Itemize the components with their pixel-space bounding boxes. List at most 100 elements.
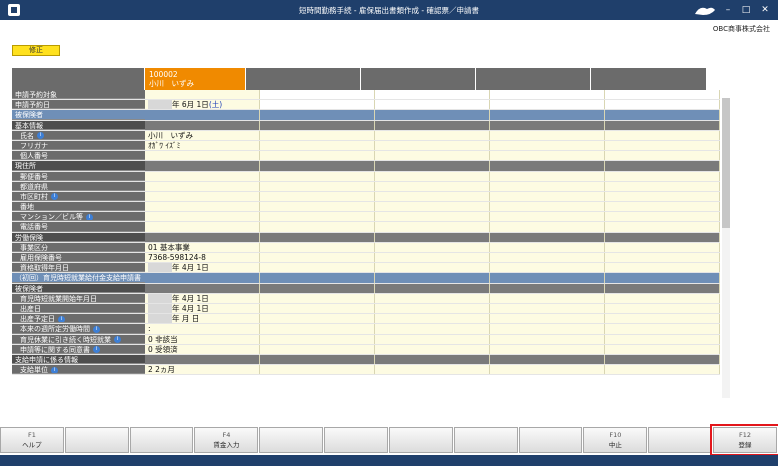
- fkey-f4-button[interactable]: F4 賃金入力: [194, 427, 259, 453]
- value-cell[interactable]: [145, 171, 260, 181]
- empty-cell[interactable]: [375, 324, 490, 334]
- empty-cell[interactable]: [260, 110, 375, 120]
- empty-cell[interactable]: [260, 314, 375, 324]
- empty-cell[interactable]: [605, 293, 720, 303]
- empty-cell[interactable]: [375, 263, 490, 273]
- empty-cell[interactable]: [490, 181, 605, 191]
- value-cell[interactable]: 7368-598124-8: [145, 253, 260, 263]
- fkey-empty-button[interactable]: [453, 427, 518, 453]
- value-cell[interactable]: [145, 202, 260, 212]
- empty-cell[interactable]: [375, 90, 490, 100]
- value-cell[interactable]: 年 6月 1日(土): [145, 100, 260, 110]
- empty-cell[interactable]: [605, 232, 720, 242]
- year-input-shade[interactable]: [148, 100, 172, 110]
- value-cell[interactable]: [145, 110, 260, 120]
- empty-cell[interactable]: [490, 202, 605, 212]
- info-icon[interactable]: i: [51, 366, 58, 374]
- empty-cell[interactable]: [375, 303, 490, 314]
- empty-cell[interactable]: [375, 314, 490, 324]
- empty-cell[interactable]: [375, 100, 490, 110]
- empty-cell[interactable]: [605, 181, 720, 191]
- empty-cell[interactable]: [490, 171, 605, 181]
- empty-cell[interactable]: [490, 222, 605, 232]
- info-icon[interactable]: i: [58, 315, 65, 323]
- empty-cell[interactable]: [260, 100, 375, 110]
- empty-cell[interactable]: [260, 130, 375, 140]
- value-cell[interactable]: [145, 120, 260, 130]
- value-cell[interactable]: [145, 191, 260, 202]
- value-cell[interactable]: [145, 181, 260, 191]
- fkey-f10-button[interactable]: F10 中止: [583, 427, 648, 453]
- empty-cell[interactable]: [375, 253, 490, 263]
- empty-cell[interactable]: [260, 171, 375, 181]
- empty-cell[interactable]: [375, 222, 490, 232]
- employee-column-header[interactable]: 100002 小川 いずみ: [145, 68, 246, 90]
- year-input-shade[interactable]: [148, 293, 172, 303]
- empty-cell[interactable]: [375, 283, 490, 293]
- fkey-empty-button[interactable]: [324, 427, 388, 453]
- value-cell[interactable]: [145, 151, 260, 161]
- empty-cell[interactable]: [490, 140, 605, 151]
- fkey-empty-button[interactable]: [388, 427, 453, 453]
- info-icon[interactable]: i: [37, 132, 44, 139]
- empty-cell[interactable]: [375, 293, 490, 303]
- year-input-shade[interactable]: [148, 263, 172, 273]
- fkey-empty-button[interactable]: [259, 427, 324, 453]
- empty-cell[interactable]: [605, 303, 720, 314]
- empty-cell[interactable]: [260, 273, 375, 283]
- empty-cell[interactable]: [490, 303, 605, 314]
- empty-cell[interactable]: [605, 242, 720, 252]
- empty-cell[interactable]: [375, 120, 490, 130]
- empty-cell[interactable]: [375, 365, 490, 375]
- empty-cell[interactable]: [260, 140, 375, 151]
- value-cell[interactable]: [145, 222, 260, 232]
- empty-cell[interactable]: [605, 283, 720, 293]
- empty-cell[interactable]: [260, 191, 375, 202]
- empty-cell[interactable]: [490, 110, 605, 120]
- empty-cell[interactable]: [260, 293, 375, 303]
- empty-cell[interactable]: [260, 354, 375, 365]
- value-cell[interactable]: [145, 283, 260, 293]
- value-cell[interactable]: 小川 いずみ: [145, 130, 260, 140]
- empty-cell[interactable]: [605, 263, 720, 273]
- empty-cell[interactable]: [260, 242, 375, 252]
- value-cell[interactable]: 年 4月 1日: [145, 303, 260, 314]
- empty-cell[interactable]: [260, 222, 375, 232]
- employee-column-empty[interactable]: [361, 68, 476, 90]
- empty-cell[interactable]: [375, 191, 490, 202]
- empty-cell[interactable]: [490, 151, 605, 161]
- empty-cell[interactable]: [260, 263, 375, 273]
- fkey-empty-button[interactable]: [518, 427, 583, 453]
- value-cell[interactable]: 2 2ヵ月: [145, 365, 260, 375]
- empty-cell[interactable]: [490, 334, 605, 344]
- empty-cell[interactable]: [605, 171, 720, 181]
- fkey-empty-button[interactable]: [648, 427, 713, 453]
- empty-cell[interactable]: [260, 181, 375, 191]
- info-icon[interactable]: i: [93, 346, 100, 353]
- empty-cell[interactable]: [605, 191, 720, 202]
- empty-cell[interactable]: [605, 273, 720, 283]
- empty-cell[interactable]: [260, 232, 375, 242]
- empty-cell[interactable]: [490, 90, 605, 100]
- empty-cell[interactable]: [605, 253, 720, 263]
- employee-column-empty[interactable]: [246, 68, 361, 90]
- empty-cell[interactable]: [490, 273, 605, 283]
- empty-cell[interactable]: [490, 161, 605, 171]
- fkey-f12-button[interactable]: F12 登録: [710, 424, 778, 456]
- empty-cell[interactable]: [260, 283, 375, 293]
- empty-cell[interactable]: [605, 344, 720, 354]
- empty-cell[interactable]: [490, 212, 605, 222]
- empty-cell[interactable]: [375, 344, 490, 354]
- info-icon[interactable]: i: [51, 193, 58, 201]
- empty-cell[interactable]: [375, 354, 490, 365]
- empty-cell[interactable]: [490, 324, 605, 334]
- empty-cell[interactable]: [490, 354, 605, 365]
- empty-cell[interactable]: [605, 314, 720, 324]
- empty-cell[interactable]: [605, 202, 720, 212]
- value-cell[interactable]: 年 4月 1日: [145, 293, 260, 303]
- empty-cell[interactable]: [375, 110, 490, 120]
- info-icon[interactable]: i: [86, 213, 93, 221]
- empty-cell[interactable]: [605, 140, 720, 151]
- empty-cell[interactable]: [260, 344, 375, 354]
- value-cell[interactable]: [145, 161, 260, 171]
